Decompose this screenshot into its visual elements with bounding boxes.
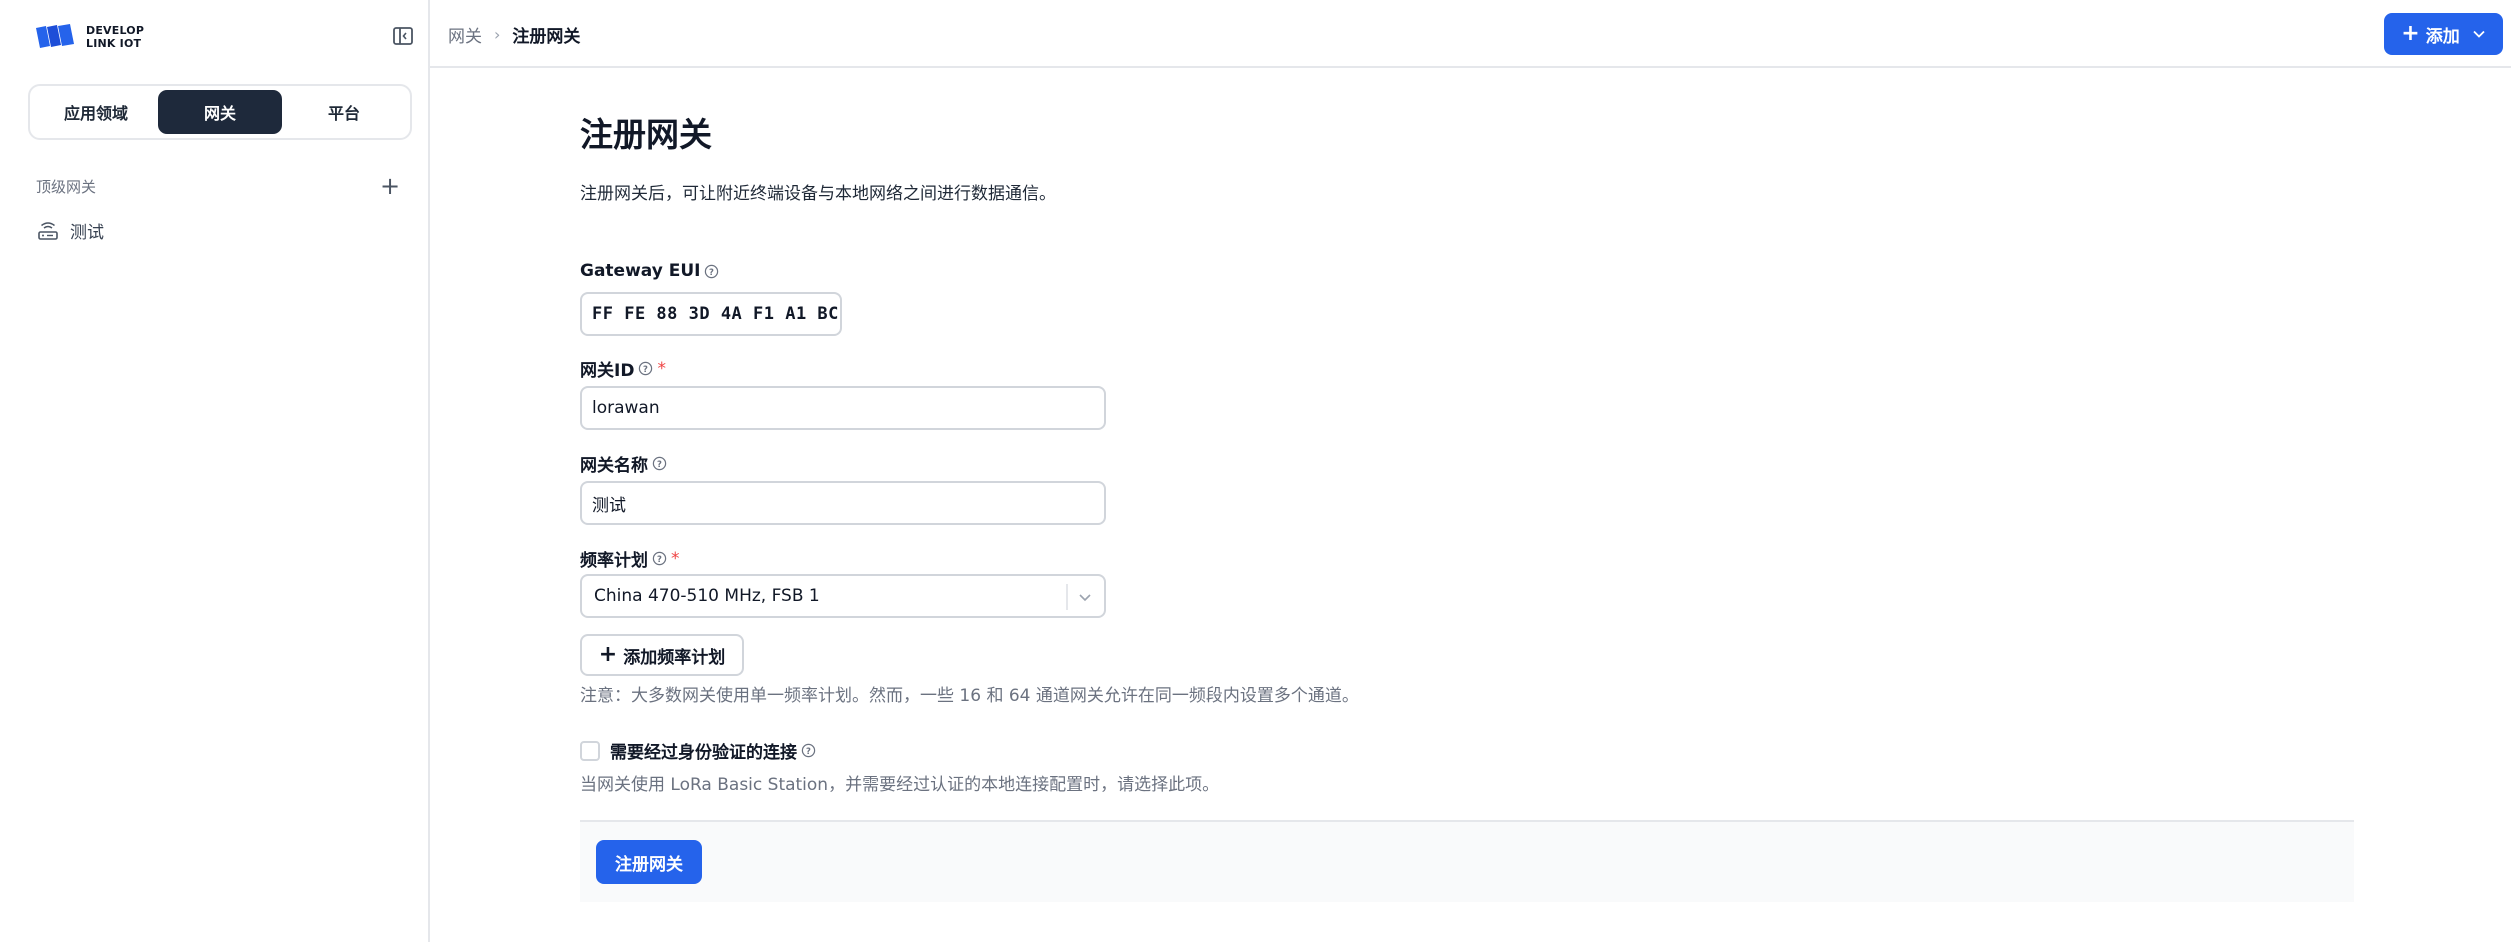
- add-freq-plan-button[interactable]: + 添加频率计划: [580, 634, 744, 676]
- page-title: 注册网关: [580, 115, 712, 154]
- gateway-name-label-text: 网关名称: [580, 456, 648, 476]
- add-gateway-icon[interactable]: +: [380, 174, 400, 198]
- topbar: 网关 › 注册网关 + 添加: [430, 0, 2511, 68]
- freq-plan-label-text: 频率计划: [580, 551, 648, 571]
- sidebar-collapse-icon[interactable]: [392, 25, 414, 47]
- gateway-id-input[interactable]: [580, 386, 1106, 430]
- gateway-id-label: 网关ID ? *: [580, 356, 666, 382]
- sidebar-item-test[interactable]: 测试: [36, 218, 104, 243]
- app-root: DEVELOP LINK IOT 应用领域 网关 平台 顶级网关 + 测试 网关…: [0, 0, 2511, 942]
- breadcrumb: 网关 › 注册网关: [448, 22, 580, 47]
- gateway-eui-value: FF FE 88 3D 4A F1 A1 BC: [580, 292, 842, 336]
- freq-plan-select[interactable]: China 470-510 MHz, FSB 1: [580, 574, 1106, 618]
- add-button-label: 添加: [2425, 26, 2460, 47]
- eui-label-text: Gateway EUI: [580, 261, 701, 281]
- breadcrumb-parent[interactable]: 网关: [448, 22, 482, 47]
- freq-plan-value: China 470-510 MHz, FSB 1: [594, 586, 820, 606]
- svg-text:?: ?: [657, 459, 662, 469]
- breadcrumb-current: 注册网关: [512, 27, 581, 47]
- svg-text:?: ?: [710, 266, 715, 276]
- gateway-name-label: 网关名称 ?: [580, 451, 667, 476]
- required-marker: *: [657, 358, 666, 379]
- svg-text:?: ?: [806, 746, 811, 756]
- gateway-name-input[interactable]: [580, 481, 1106, 525]
- logo-line1: DEVELOP: [86, 24, 145, 37]
- chevron-down-icon: [1079, 594, 1091, 602]
- segment-gateway[interactable]: 网关: [158, 90, 282, 134]
- eui-label: Gateway EUI ?: [580, 261, 719, 281]
- select-divider: [1066, 584, 1068, 610]
- sidebar-item-label: 测试: [70, 223, 104, 243]
- plus-icon: +: [598, 642, 618, 667]
- logo-line2: LINK IOT: [86, 37, 142, 50]
- svg-text:?: ?: [643, 364, 648, 374]
- required-marker: *: [671, 548, 680, 569]
- sidebar-section-title: 顶级网关: [36, 178, 97, 196]
- logo-mark-icon: [36, 24, 74, 48]
- plus-icon: +: [2401, 21, 2420, 46]
- add-button[interactable]: + 添加: [2384, 13, 2503, 55]
- logo[interactable]: DEVELOP LINK IOT: [32, 22, 144, 52]
- register-gateway-button[interactable]: 注册网关: [596, 840, 702, 884]
- sidebar: DEVELOP LINK IOT 应用领域 网关 平台 顶级网关 + 测试: [0, 0, 430, 942]
- auth-connection-label-text: 需要经过身份验证的连接: [610, 743, 797, 763]
- help-icon[interactable]: ?: [704, 264, 719, 279]
- auth-connection-checkbox[interactable]: [580, 740, 600, 761]
- auth-connection-row: 需要经过身份验证的连接 ?: [580, 738, 816, 763]
- chevron-down-icon: [2473, 30, 2485, 38]
- help-icon[interactable]: ?: [801, 743, 816, 758]
- main-content: 注册网关 注册网关后，可让附近终端设备与本地网络之间进行数据通信。 Gatewa…: [430, 68, 2511, 942]
- freq-plan-label: 频率计划 ? *: [580, 546, 680, 572]
- breadcrumb-separator-icon: ›: [494, 25, 501, 44]
- auth-connection-help: 当网关使用 LoRa Basic Station，并需要经过认证的本地连接配置时…: [580, 775, 1220, 795]
- page-description: 注册网关后，可让附近终端设备与本地网络之间进行数据通信。: [580, 184, 1056, 204]
- segment-platform[interactable]: 平台: [282, 90, 406, 134]
- form-footer: 注册网关: [580, 820, 2354, 902]
- logo-text: DEVELOP LINK IOT: [86, 24, 144, 50]
- segment-application[interactable]: 应用领域: [34, 90, 158, 134]
- svg-text:?: ?: [657, 554, 662, 564]
- freq-plan-note: 注意：大多数网关使用单一频率计划。然而，一些 16 和 64 通道网关允许在同一…: [580, 686, 1359, 706]
- gateway-id-label-text: 网关ID: [580, 361, 635, 381]
- auth-connection-label[interactable]: 需要经过身份验证的连接 ?: [610, 738, 816, 763]
- add-freq-plan-label: 添加频率计划: [623, 647, 726, 668]
- section-switcher: 应用领域 网关 平台: [28, 84, 412, 140]
- help-icon[interactable]: ?: [652, 551, 667, 566]
- help-icon[interactable]: ?: [652, 456, 667, 471]
- router-icon: [38, 221, 58, 240]
- help-icon[interactable]: ?: [638, 361, 653, 376]
